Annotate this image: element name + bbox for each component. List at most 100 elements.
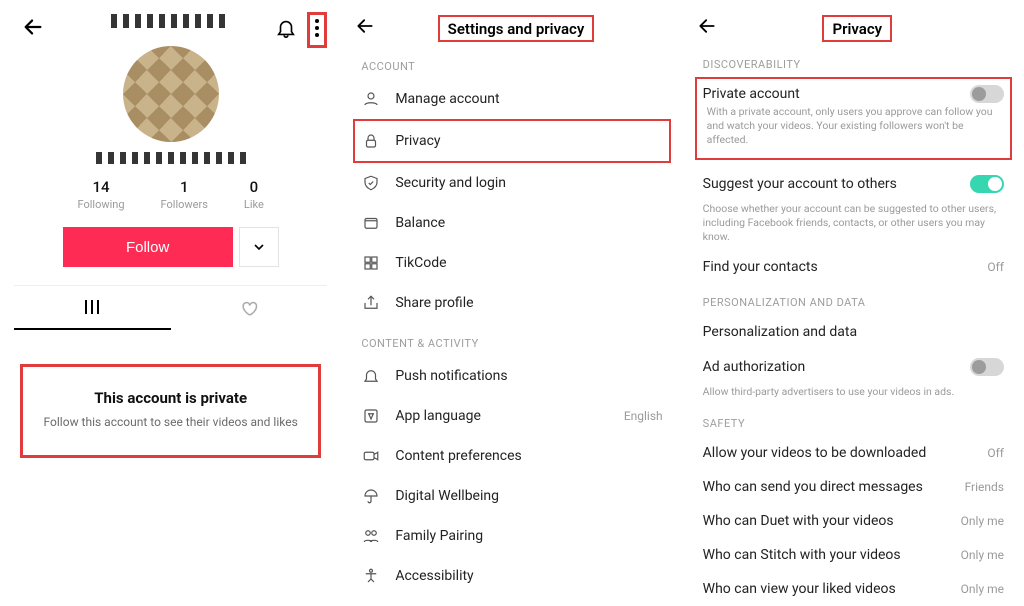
private-account-notice: This account is private Follow this acco…	[20, 364, 321, 458]
following-count: 14	[77, 178, 124, 196]
row-personalization[interactable]: Personalization and data	[697, 315, 1010, 349]
page-title: Privacy	[832, 20, 882, 38]
row-balance[interactable]: Balance	[355, 203, 668, 243]
row-find-contacts[interactable]: Find your contacts Off	[697, 250, 1010, 284]
row-label: App language	[395, 408, 610, 424]
row-label: Who can view your liked videos	[703, 581, 947, 597]
row-manage-account[interactable]: Manage account	[355, 79, 668, 119]
row-share-profile[interactable]: Share profile	[355, 283, 668, 323]
row-wellbeing[interactable]: Digital Wellbeing	[355, 476, 668, 516]
video-icon	[361, 446, 381, 466]
stats-row: 14 Following 1 Followers 0 Like	[14, 178, 327, 211]
family-icon	[361, 526, 381, 546]
section-personal-header: PERSONALIZATION AND DATA	[703, 296, 1010, 309]
row-label: Security and login	[395, 175, 662, 191]
private-account-toggle[interactable]	[970, 85, 1004, 103]
following-label: Following	[77, 198, 124, 211]
chevron-down-icon	[253, 241, 265, 253]
settings-pane: Settings and privacy ACCOUNT Manage acco…	[341, 0, 682, 543]
row-accessibility[interactable]: Accessibility	[355, 556, 668, 596]
tab-feed[interactable]	[14, 286, 171, 330]
section-discover-header: DISCOVERABILITY	[703, 58, 1010, 71]
row-suggest[interactable]: Suggest your account to others	[697, 166, 1010, 202]
row-security[interactable]: Security and login	[355, 163, 668, 203]
back-icon[interactable]	[22, 16, 44, 42]
more-menu-highlight	[307, 12, 327, 48]
row-value: Off	[987, 260, 1004, 274]
settings-title-highlight: Settings and privacy	[438, 15, 595, 42]
row-liked[interactable]: Who can view your liked videos Only me	[697, 572, 1010, 606]
profile-tabs	[14, 285, 327, 330]
row-ad-auth[interactable]: Ad authorization	[697, 349, 1010, 385]
ad-auth-desc: Allow third-party advertisers to use you…	[697, 385, 1010, 405]
row-download[interactable]: Allow your videos to be downloaded Off	[697, 436, 1010, 470]
accessibility-icon	[361, 566, 381, 586]
privacy-title-highlight: Privacy	[822, 15, 892, 42]
row-label: Manage account	[395, 91, 662, 107]
umbrella-icon	[361, 486, 381, 506]
row-value: Only me	[961, 548, 1004, 562]
row-family-pairing[interactable]: Family Pairing	[355, 516, 668, 556]
handle-pixelated	[96, 152, 246, 164]
row-label: Private account	[703, 86, 956, 102]
row-value: English	[624, 409, 663, 423]
tab-liked[interactable]	[171, 286, 328, 330]
share-icon	[361, 293, 381, 313]
suggest-desc: Choose whether your account can be sugge…	[697, 202, 1010, 251]
row-stitch[interactable]: Who can Stitch with your videos Only me	[697, 538, 1010, 572]
bell-icon	[361, 366, 381, 386]
row-value: Off	[987, 446, 1004, 460]
row-label: Share profile	[395, 295, 662, 311]
row-label: Content preferences	[395, 448, 662, 464]
row-label: Find your contacts	[703, 259, 974, 275]
privacy-pane: Privacy DISCOVERABILITY Private account …	[683, 0, 1024, 543]
more-dots-icon[interactable]	[314, 24, 320, 43]
section-account-header: ACCOUNT	[361, 60, 668, 73]
private-subtitle: Follow this account to see their videos …	[35, 415, 306, 429]
row-private-account[interactable]: Private account	[701, 81, 1006, 105]
username-pixelated	[111, 14, 231, 28]
follow-caret-button[interactable]	[239, 227, 279, 267]
row-label: Balance	[395, 215, 662, 231]
section-safety-header: SAFETY	[703, 417, 1010, 430]
private-account-highlight: Private account With a private account, …	[695, 77, 1012, 160]
language-icon	[361, 406, 381, 426]
row-label: Allow your videos to be downloaded	[703, 445, 974, 461]
followers-count: 1	[161, 178, 208, 196]
row-label: TikCode	[395, 255, 662, 271]
row-language[interactable]: App language English	[355, 396, 668, 436]
likes-count: 0	[244, 178, 264, 196]
bell-icon[interactable]	[275, 17, 297, 43]
stat-likes[interactable]: 0 Like	[244, 178, 264, 211]
ad-auth-toggle[interactable]	[970, 358, 1004, 376]
row-label: Who can send you direct messages	[703, 479, 951, 495]
row-duet[interactable]: Who can Duet with your videos Only me	[697, 504, 1010, 538]
stat-following[interactable]: 14 Following	[77, 178, 124, 211]
row-tikcode[interactable]: TikCode	[355, 243, 668, 283]
row-value: Only me	[961, 582, 1004, 596]
row-label: Who can Stitch with your videos	[703, 547, 947, 563]
row-content-pref[interactable]: Content preferences	[355, 436, 668, 476]
row-push[interactable]: Push notifications	[355, 356, 668, 396]
heart-lock-icon	[239, 298, 259, 318]
row-value: Friends	[965, 480, 1004, 494]
row-label: Personalization and data	[703, 324, 1004, 340]
profile-pane: 14 Following 1 Followers 0 Like Follow T…	[0, 0, 341, 543]
shield-icon	[361, 173, 381, 193]
row-label: Push notifications	[395, 368, 662, 384]
row-label: Who can Duet with your videos	[703, 513, 947, 529]
row-privacy-highlight[interactable]: Privacy	[353, 119, 670, 163]
likes-label: Like	[244, 198, 264, 211]
row-value: Only me	[961, 514, 1004, 528]
row-dm[interactable]: Who can send you direct messages Friends	[697, 470, 1010, 504]
stat-followers[interactable]: 1 Followers	[161, 178, 208, 211]
row-label: Accessibility	[395, 568, 662, 584]
avatar[interactable]	[123, 46, 219, 142]
person-icon	[361, 89, 381, 109]
row-label: Privacy	[395, 133, 662, 149]
row-label: Suggest your account to others	[703, 176, 956, 192]
wallet-icon	[361, 213, 381, 233]
suggest-toggle[interactable]	[970, 175, 1004, 193]
row-label: Ad authorization	[703, 359, 956, 375]
follow-button[interactable]: Follow	[63, 227, 233, 267]
